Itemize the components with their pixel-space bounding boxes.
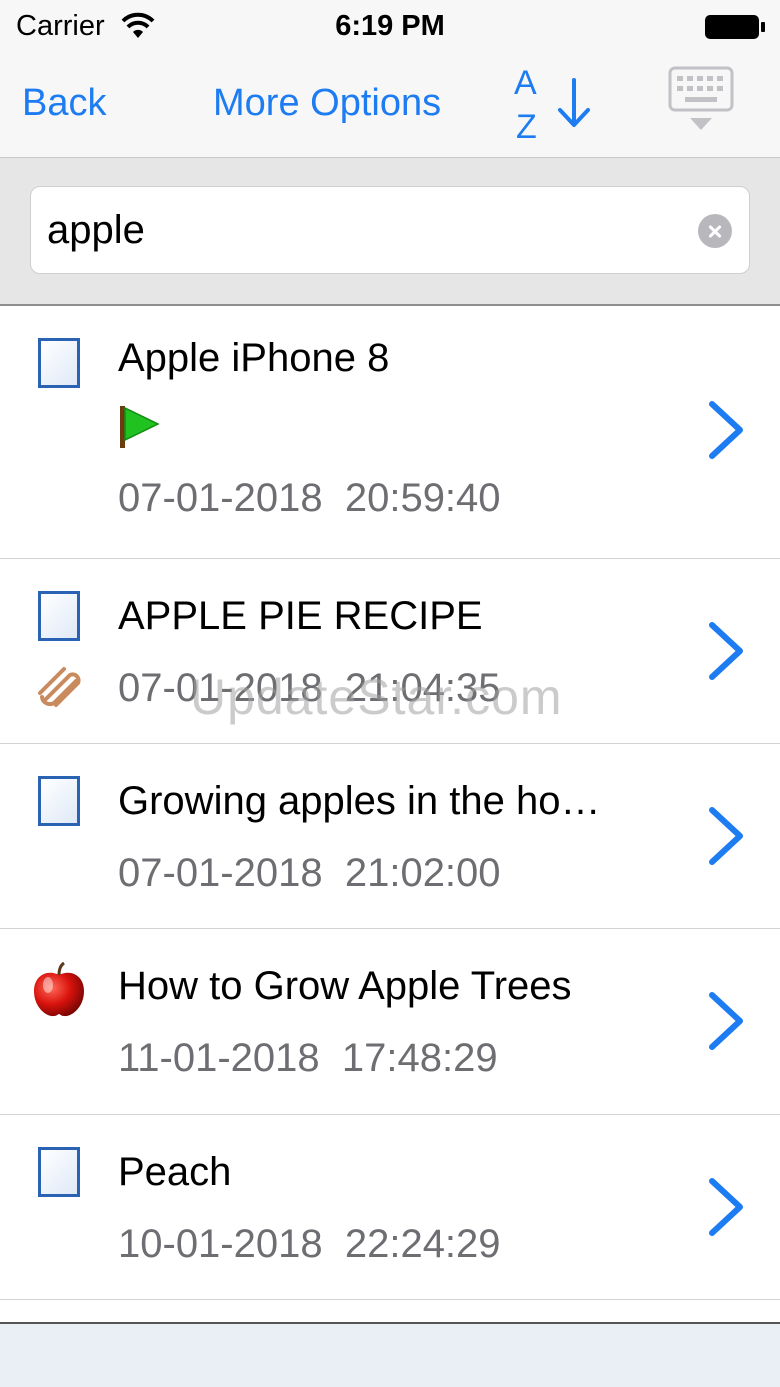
- note-title: APPLE PIE RECIPE: [118, 594, 483, 638]
- search-area: [0, 158, 780, 306]
- keyboard-hide-icon[interactable]: [668, 66, 734, 134]
- list-item[interactable]: Peach 10-01-2018 22:24:29: [0, 1115, 780, 1300]
- paperclip-icon: [38, 667, 81, 707]
- green-flag-icon: [120, 406, 160, 448]
- list-item[interactable]: How to Grow Apple Trees 11-01-2018 17:48…: [0, 929, 780, 1115]
- note-title: How to Grow Apple Trees: [118, 964, 572, 1008]
- sort-az-down-icon[interactable]: A Z: [512, 64, 596, 144]
- note-title: Peach: [118, 1150, 232, 1194]
- bottom-toolbar: [0, 1322, 780, 1387]
- battery-icon: [705, 15, 765, 39]
- clear-search-icon[interactable]: [698, 214, 732, 248]
- note-title: Growing apples in the ho…: [118, 779, 601, 823]
- watermark: UpdateStar.com: [190, 669, 563, 725]
- chevron-right-icon: [709, 807, 743, 865]
- svg-text:A: A: [514, 64, 537, 102]
- search-field[interactable]: [30, 186, 750, 274]
- chevron-right-icon: [709, 992, 743, 1050]
- more-options-button[interactable]: More Options: [213, 82, 441, 125]
- document-icon: [38, 776, 80, 826]
- list-item[interactable]: Growing apples in the ho… 07-01-2018 21:…: [0, 744, 780, 929]
- navigation-bar: Back More Options A Z: [0, 56, 780, 158]
- notes-list: Apple iPhone 8 07-01-2018 20:59:40 APPLE…: [0, 306, 780, 1300]
- status-bar: Carrier 6:19 PM: [0, 0, 780, 56]
- chevron-right-icon: [709, 401, 743, 459]
- note-date: 10-01-2018 22:24:29: [118, 1222, 501, 1266]
- document-icon: [38, 1147, 80, 1197]
- status-time: 6:19 PM: [335, 10, 445, 42]
- chevron-right-icon: [709, 1178, 743, 1236]
- back-button[interactable]: Back: [22, 82, 106, 125]
- note-title: Apple iPhone 8: [118, 336, 390, 380]
- note-date: 07-01-2018 21:02:00: [118, 851, 501, 895]
- document-icon: [38, 591, 80, 641]
- document-icon: [38, 338, 80, 388]
- apple-icon: [34, 961, 84, 1017]
- chevron-right-icon: [709, 622, 743, 680]
- svg-text:Z: Z: [516, 108, 537, 144]
- note-date: 11-01-2018 17:48:29: [118, 1036, 498, 1080]
- list-item[interactable]: Apple iPhone 8 07-01-2018 20:59:40: [0, 306, 780, 559]
- search-input[interactable]: [47, 201, 687, 259]
- note-date: 07-01-2018 20:59:40: [118, 476, 501, 520]
